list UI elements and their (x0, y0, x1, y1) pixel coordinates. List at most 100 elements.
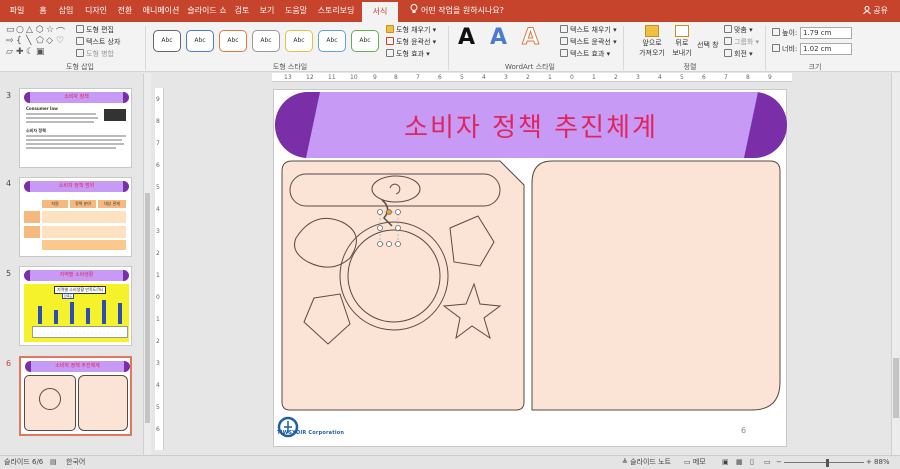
share-button[interactable]: 공유 (863, 0, 888, 22)
merge-shapes-button[interactable]: 도형 병합 (76, 49, 114, 59)
resize-handle[interactable] (377, 209, 383, 215)
group-label-wordart: WordArt 스타일 (505, 63, 555, 71)
thumbnail-text-line (26, 113, 96, 115)
shape-fill-button[interactable]: 도형 채우기 ▾ (386, 25, 436, 35)
wordart-style-orange-outline[interactable]: A (521, 25, 539, 51)
notes-button[interactable]: ≜ 슬라이드 노트 (622, 456, 671, 469)
paint-bucket-icon (386, 25, 394, 33)
tab-animations[interactable]: 애니메이션 (139, 0, 183, 22)
slide-thumbnail-5[interactable]: 지역별 소비생활 지역별 소비생활 만족도(%) 만족도 (19, 266, 132, 346)
hexagon-shape-icon[interactable]: ⬡ (36, 25, 44, 35)
shape-style-swatch-6[interactable]: Abc (318, 30, 346, 52)
slide-title[interactable]: 소비자 정책 추진체계 (274, 90, 788, 160)
shape-effects-button[interactable]: 도형 효과 ▾ (386, 49, 430, 59)
slide-scrollbar[interactable] (891, 73, 900, 455)
wordart-style-blue[interactable]: A (490, 25, 507, 50)
tab-storyboarding[interactable]: 스토리보딩 (314, 0, 358, 22)
wordart-style-black[interactable]: A (458, 25, 475, 50)
slide-thumbnail-6[interactable]: 소비자 정책 추진체계 (19, 356, 132, 436)
scrollbar-thumb[interactable] (893, 358, 899, 418)
scrollbar-thumb[interactable] (145, 193, 150, 423)
shape-style-swatch-2[interactable]: Abc (186, 30, 214, 52)
shape-style-swatch-4[interactable]: Abc (252, 30, 280, 52)
tab-insert[interactable]: 삽입 (55, 0, 77, 22)
shape-outline-button[interactable]: 도형 윤곽선 ▾ (386, 37, 436, 47)
zoom-out-button[interactable]: − (776, 456, 782, 469)
share-label: 공유 (873, 6, 888, 15)
group-label-shape-styles: 도형 스타일 (272, 63, 308, 71)
reading-view-icon[interactable]: ▯ (750, 456, 754, 469)
selection-pane-button[interactable]: 선택 창 (697, 40, 719, 50)
shape-style-swatch-3[interactable]: Abc (219, 30, 247, 52)
language-indicator[interactable]: 한국어 (66, 456, 85, 469)
thumbnail-scrollbar[interactable] (143, 73, 151, 455)
thumbnail-image (104, 109, 126, 121)
zoom-in-button[interactable]: + (866, 456, 872, 469)
zoom-slider-thumb[interactable] (826, 459, 829, 467)
spellcheck-icon[interactable]: ▤ (50, 456, 57, 469)
tab-format[interactable]: 서식 (362, 2, 398, 22)
slide-sorter-icon[interactable]: ▦ (736, 456, 743, 469)
triangle-shape-icon[interactable]: △ (26, 25, 33, 35)
resize-handle[interactable] (377, 241, 383, 247)
cube-shape-icon[interactable]: ▣ (36, 47, 45, 57)
cross-shape-icon[interactable]: ✚ (16, 47, 24, 57)
group-icon (724, 37, 732, 45)
tab-file[interactable]: 파일 (4, 0, 30, 22)
shape-style-swatch-5[interactable]: Abc (285, 30, 313, 52)
brace-shape-icon[interactable]: { (16, 36, 22, 46)
edit-shape-button[interactable]: 도형 편집 (76, 25, 114, 35)
rectangle-shape-icon[interactable]: ▭ (6, 25, 15, 35)
resize-handle[interactable] (377, 225, 383, 231)
right-panel[interactable] (531, 160, 781, 411)
height-input[interactable]: 1.79 cm (800, 27, 852, 39)
heart-shape-icon[interactable]: ♡ (56, 36, 64, 46)
callout-shape-icon[interactable]: ▱ (6, 47, 13, 57)
shape-style-swatch-7[interactable]: Abc (351, 30, 379, 52)
zoom-level[interactable]: 88% (874, 456, 890, 469)
resize-handle[interactable] (395, 241, 401, 247)
align-button[interactable]: 맞춤 ▾ (724, 25, 753, 35)
tab-slideshow[interactable]: 슬라이드 쇼 (186, 0, 228, 22)
tab-home[interactable]: 홈 (34, 0, 52, 22)
star-shape-icon[interactable]: ☆ (46, 25, 54, 35)
text-effects-button[interactable]: 텍스트 효과 ▾ (560, 49, 610, 59)
thumbnail-chart-bar (102, 300, 106, 324)
text-box-button[interactable]: 텍스트 상자 (76, 37, 120, 47)
width-input[interactable]: 1.02 cm (800, 43, 852, 55)
group-label-arrange: 정렬 (683, 63, 697, 71)
tab-help[interactable]: 도움말 (281, 0, 311, 22)
slide-thumbnail-4[interactable]: 소비자 정책 범위 지원 정책 분야 대상 관계 (19, 177, 132, 257)
tab-transitions[interactable]: 전환 (114, 0, 136, 22)
resize-handle[interactable] (395, 209, 401, 215)
slideshow-icon[interactable]: ▭ (764, 456, 771, 469)
slide-thumbnail-3[interactable]: 소비자 정책 Consumer law 소비자 정책 (19, 88, 132, 168)
comments-button[interactable]: ▭ 메모 (684, 456, 706, 469)
tab-review[interactable]: 검토 (231, 0, 253, 22)
line-shape-icon[interactable]: ╲ (26, 36, 31, 46)
send-backward-button[interactable]: 뒤로 보내기 (668, 25, 696, 58)
shape-gallery[interactable]: ▭ ○ △ ⬡ ☆ ⌒ ⇨ { ╲ ⬠ ◇ ♡ ▱ ✚ ☾ ▣ (6, 25, 68, 61)
group-button[interactable]: 그룹화 ▾ (724, 37, 759, 47)
tell-me-box[interactable]: 어떤 작업을 원하시나요? (410, 0, 504, 22)
adjust-handle[interactable] (386, 209, 392, 215)
normal-view-icon[interactable]: ▣ (722, 456, 729, 469)
arrow-shape-icon[interactable]: ⇨ (6, 36, 14, 46)
slide-canvas[interactable]: 소비자 정책 추진체계 TIWSYDIR Corporation 6 (273, 89, 787, 447)
moon-shape-icon[interactable]: ☾ (26, 47, 34, 57)
rotate-button[interactable]: 회전 ▾ (724, 49, 753, 59)
diamond-shape-icon[interactable]: ◇ (46, 36, 53, 46)
text-fill-button[interactable]: 텍스트 채우기 ▾ (560, 25, 617, 35)
tab-view[interactable]: 보기 (256, 0, 278, 22)
text-outline-button[interactable]: 텍스트 윤곽선 ▾ (560, 37, 617, 47)
lightbulb-icon (410, 4, 418, 13)
pentagon-shape-icon[interactable]: ⬠ (36, 36, 44, 46)
zoom-slider[interactable] (784, 462, 864, 463)
tab-design[interactable]: 디자인 (81, 0, 111, 22)
left-panel[interactable] (281, 160, 525, 411)
oval-shape-icon[interactable]: ○ (16, 25, 24, 35)
resize-handle[interactable] (386, 241, 392, 247)
resize-handle[interactable] (395, 225, 401, 231)
shape-style-swatch-1[interactable]: Abc (153, 30, 181, 52)
bring-forward-button[interactable]: 앞으로 가져오기 (634, 25, 670, 58)
